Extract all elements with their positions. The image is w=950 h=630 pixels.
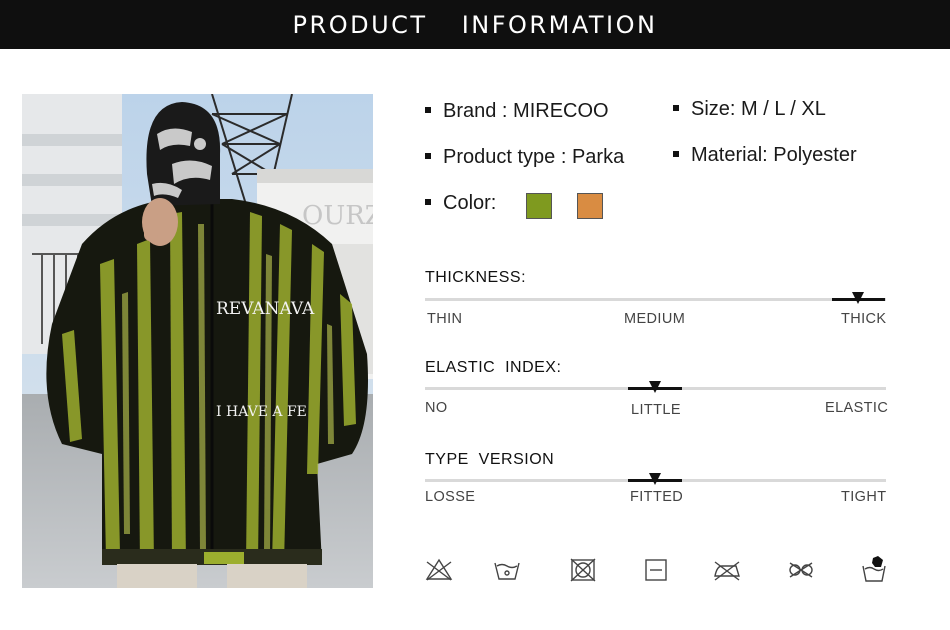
product-photo-illustration: OURZ: [22, 94, 373, 588]
thickness-label-thin: THIN: [427, 311, 463, 327]
spec-size: Size: M / L / XL: [673, 98, 826, 121]
bullet-icon: [425, 198, 431, 205]
elastic-title: ELASTIC INDEX:: [425, 359, 562, 376]
spec-color: Color:: [425, 192, 496, 215]
page-title-right: INFORMATION: [461, 11, 658, 39]
spec-material: Material: Polyester: [673, 144, 857, 167]
thickness-label-medium: MEDIUM: [624, 311, 686, 327]
do-not-dry-clean-icon: [786, 554, 816, 584]
bullet-icon: [425, 152, 431, 159]
product-photo: OURZ: [22, 94, 373, 588]
bullet-icon: [673, 104, 679, 111]
elastic-label-elastic: ELASTIC: [825, 400, 889, 416]
hand-wash-icon: [492, 554, 522, 584]
spec-brand: Brand : MIRECOO: [425, 100, 609, 123]
flat-dry-icon: [641, 554, 671, 584]
header-bar: PRODUCT INFORMATION: [0, 0, 950, 49]
jacket-print-bottom: I HAVE A FE: [216, 404, 307, 420]
type-version-label-tight: TIGHT: [841, 489, 887, 505]
do-not-tumble-dry-icon: [568, 554, 598, 584]
spec-brand-text: Brand : MIRECOO: [443, 100, 609, 122]
type-version-label-losse: LOSSE: [425, 489, 476, 505]
bullet-icon: [425, 106, 431, 113]
spec-product-type: Product type : Parka: [425, 146, 624, 169]
elastic-label-little: LITTLE: [631, 402, 681, 418]
type-version-title: TYPE VERSION: [425, 451, 555, 468]
hand-wash-glove-icon: [859, 554, 889, 584]
spec-product-type-text: Product type : Parka: [443, 146, 625, 168]
thickness-marker-icon: [852, 292, 864, 304]
building-sign: OURZ: [302, 201, 373, 231]
type-version-label-fitted: FITTED: [630, 489, 684, 505]
do-not-iron-icon: [712, 554, 742, 584]
elastic-label-no: NO: [425, 400, 448, 416]
spec-material-text: Material: Polyester: [691, 144, 857, 166]
type-version-marker-icon: [649, 473, 661, 485]
thickness-track: [425, 298, 886, 301]
color-swatch-orange[interactable]: [577, 193, 603, 219]
thickness-title: THICKNESS:: [425, 269, 527, 286]
jacket-print-top: REVANAVA: [216, 299, 315, 319]
thickness-label-thick: THICK: [841, 311, 887, 327]
elastic-marker-icon: [649, 381, 661, 393]
do-not-bleach-icon: [424, 554, 454, 584]
page-title: PRODUCT INFORMATION: [0, 0, 950, 49]
bullet-icon: [673, 150, 679, 157]
spec-color-text: Color:: [443, 192, 497, 214]
color-swatch-green[interactable]: [526, 193, 552, 219]
page-title-left: PRODUCT: [292, 11, 428, 39]
spec-size-text: Size: M / L / XL: [691, 98, 826, 120]
